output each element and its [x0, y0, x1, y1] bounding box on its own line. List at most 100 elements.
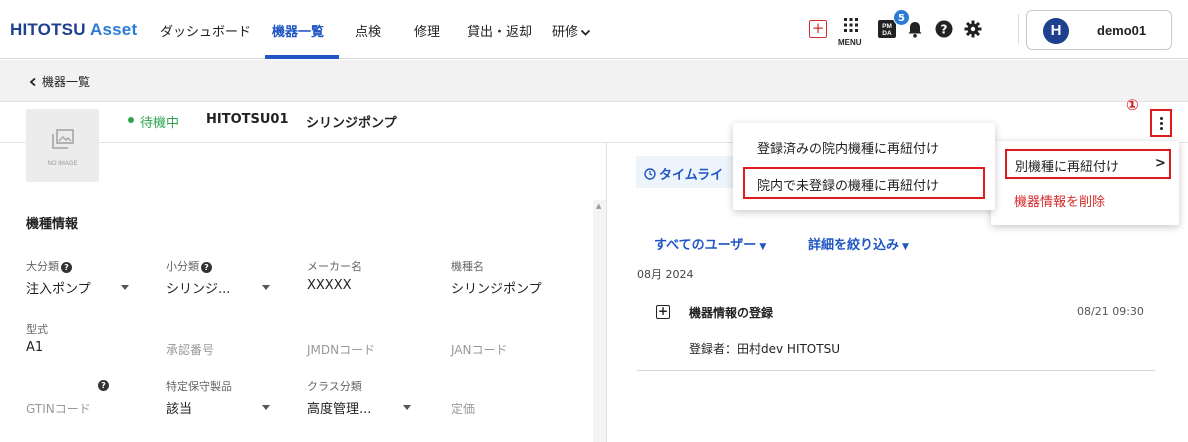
asset-status: 待機中 [140, 116, 180, 131]
major-category-label: 大分類? [26, 258, 72, 274]
breadcrumb-label: 機器一覧 [42, 75, 91, 89]
notifications-button[interactable] [902, 16, 928, 42]
menu-label: MENU [838, 38, 862, 47]
chevron-left-icon [29, 77, 36, 87]
minor-category-label-text: 小分類 [166, 260, 199, 273]
avatar: H [1043, 18, 1069, 44]
settings-button[interactable] [960, 16, 986, 42]
rebind-model-menu-item[interactable]: 別機種に再紐付け > [1005, 149, 1171, 179]
left-panel-scrollbar[interactable] [593, 200, 606, 442]
user-menu-button[interactable]: H demo01 [1026, 10, 1172, 50]
chevron-down-icon[interactable] [403, 405, 411, 410]
maker-field[interactable]: XXXXX [307, 278, 352, 293]
help-icon[interactable]: ? [201, 261, 212, 273]
major-category-select[interactable]: 注入ポンプ [26, 278, 91, 297]
gear-icon [964, 20, 982, 38]
nav-dashboard[interactable]: ダッシュボード [160, 21, 251, 40]
nav-inspection[interactable]: 点検 [355, 21, 381, 40]
nav-training[interactable]: 研修 [552, 21, 591, 40]
username: demo01 [1097, 23, 1147, 38]
gtin-code-field[interactable]: GTINコード [26, 400, 91, 417]
maker-label: メーカー名 [307, 260, 362, 273]
asset-code: HITOTSU01 [206, 112, 289, 127]
svg-text:?: ? [941, 22, 948, 36]
clock-icon [644, 168, 656, 180]
help-button[interactable]: ? [931, 16, 957, 42]
price-field[interactable]: 定価 [451, 400, 475, 417]
model-name-label: 機種名 [451, 260, 484, 273]
model-info-title: 機種情報 [26, 217, 79, 232]
chevron-down-icon [580, 29, 591, 36]
timeline-event-title[interactable]: 機器情報の登録 [689, 304, 773, 321]
more-actions-button[interactable] [1150, 109, 1172, 137]
kebab-dot [1159, 121, 1163, 125]
no-image-label: NO IMAGE [47, 161, 78, 167]
svg-text:PM: PM [882, 23, 892, 30]
svg-text:DA: DA [882, 30, 892, 37]
help-icon[interactable]: ? [61, 261, 72, 273]
kebab-dot [1159, 126, 1163, 130]
help-icon: ? [935, 20, 953, 38]
plus-square-icon: + [809, 20, 827, 38]
nav-lending[interactable]: 貸出・返却 [467, 21, 532, 40]
asset-image-placeholder[interactable]: NO IMAGE [26, 109, 99, 182]
nav-device-list[interactable]: 機器一覧 [272, 21, 324, 40]
caret-down-icon: ▼ [902, 242, 909, 252]
breadcrumb: 機器一覧 [0, 60, 1188, 102]
special-maintenance-label: 特定保守製品 [166, 380, 232, 393]
tab-timeline-label: タイムライ [644, 164, 723, 183]
top-navigation-bar: HITOTSU Asset ダッシュボード 機器一覧 点検 修理 貸出・返却 研… [0, 0, 1188, 59]
plus-square-icon: + [656, 304, 670, 319]
grid-menu-icon [844, 18, 858, 32]
class-select[interactable]: 高度管理... [307, 398, 371, 417]
approval-number-field[interactable]: 承認番号 [166, 341, 214, 358]
chevron-down-icon[interactable] [121, 285, 129, 290]
special-maintenance-select[interactable]: 該当 [166, 398, 192, 417]
nav-repair[interactable]: 修理 [414, 21, 440, 40]
class-label: クラス分類 [307, 380, 362, 393]
asset-name: シリンジポンプ [306, 116, 397, 131]
step-marker: ① [1126, 96, 1139, 114]
chevron-down-icon[interactable] [262, 405, 270, 410]
scroll-up-icon[interactable]: ▲ [596, 202, 601, 210]
major-category-label-text: 大分類 [26, 260, 59, 273]
back-to-list-link[interactable]: 機器一覧 [28, 73, 90, 90]
help-icon[interactable]: ? [98, 379, 109, 391]
tab-timeline[interactable]: タイムライ [636, 156, 742, 188]
detail-filter-dropdown[interactable]: 詳細を絞り込み ▼ [808, 234, 909, 253]
chevron-down-icon[interactable] [262, 285, 270, 290]
logo-sub-text: Asset [90, 20, 138, 39]
minor-category-select[interactable]: シリンジ... [166, 278, 230, 297]
chevron-right-icon: > [1155, 156, 1166, 171]
menu-button[interactable] [838, 12, 864, 38]
status-indicator-dot [128, 117, 134, 123]
caret-down-icon: ▼ [759, 242, 767, 252]
rebind-unregistered-model-item[interactable]: 院内で未登録の機種に再紐付け [743, 167, 985, 199]
image-icon [52, 129, 74, 149]
app-logo[interactable]: HITOTSU Asset [10, 20, 137, 40]
rebind-unregistered-model-label: 院内で未登録の機種に再紐付け [757, 179, 940, 194]
add-button[interactable]: + [805, 16, 831, 42]
delete-device-menu-item[interactable]: 機器情報を削除 [1014, 191, 1105, 210]
tab-timeline-text: タイムライ [659, 168, 724, 183]
active-nav-indicator [265, 55, 339, 59]
timeline-event-author: 登録者：田村dev HITOTSU [689, 342, 840, 356]
jan-code-field[interactable]: JANコード [451, 341, 508, 358]
model-number-label: 型式 [26, 323, 48, 336]
panel-divider [606, 143, 607, 442]
jmdn-code-field[interactable]: JMDNコード [307, 341, 375, 358]
kebab-dot [1159, 116, 1163, 120]
gtin-help: ? [96, 378, 109, 391]
timeline-event-time: 08/21 09:30 [1077, 305, 1144, 318]
user-filter-label: すべてのユーザー [654, 238, 757, 253]
timeline-month: 08月 2024 [637, 268, 694, 281]
nav-training-label: 研修 [552, 25, 579, 40]
detail-filter-label: 詳細を絞り込み [808, 238, 900, 253]
toolbar-divider [1018, 14, 1019, 44]
user-filter-dropdown[interactable]: すべてのユーザー ▼ [654, 234, 766, 253]
model-number-field[interactable]: A1 [26, 340, 43, 355]
bell-icon [908, 21, 922, 38]
rebind-registered-model-item[interactable]: 登録済みの院内機種に再紐付け [757, 138, 939, 157]
timeline-divider [637, 370, 1155, 371]
model-name-field[interactable]: シリンジポンプ [451, 278, 542, 297]
